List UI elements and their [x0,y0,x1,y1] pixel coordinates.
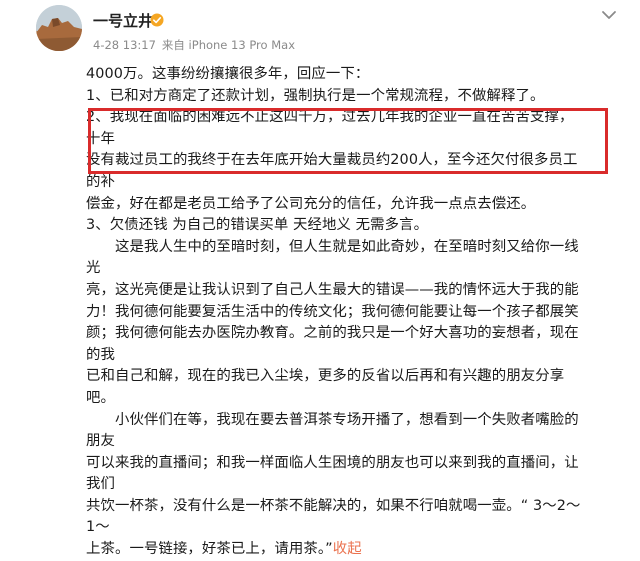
content-line: 3、欠债还钱 为自己的错误买单 天经地义 无需多言。 [86,217,429,234]
post-source[interactable]: 来自 iPhone 13 Pro Max [162,38,295,52]
author-name[interactable]: 一号立井 [93,10,153,31]
content-line: 2、我现在面临的困难远不止这四千万，过去几年我的企业一直在苦苦支撑，十年 [86,109,574,147]
content-line-last: 上茶。一号链接，好茶已上，请用茶。”收起 [86,539,586,561]
content-line: 亮，这光亮便是让我认识到了自己人生最大的错误——我的情怀远大于我的能 [86,281,579,298]
post-meta: 4-28 13:17 来自 iPhone 13 Pro Max [93,37,301,53]
collapse-link[interactable]: 收起 [333,541,362,557]
content-line: 小伙伴们在等，我现在要去普洱茶专场开播了，想看到一个失败者嘴脸的朋友 [86,411,579,450]
post-date: 4-28 13:17 [93,38,156,52]
content-line: 力！我何德何能要复活生活中的传统文化；我何德何能要让每一个孩子都展笑 [86,303,579,320]
content-line: 1、已和对方商定了还款计划，强制执行是一个常规流程，不做解释了。 [86,87,545,104]
chevron-down-icon[interactable] [598,4,620,26]
post-content: 4000万。这事纷纷攘攘很多年，回应一下： 1、已和对方商定了还款计划，强制执行… [86,64,586,561]
content-line: 上茶。一号链接，好茶已上，请用茶。” [86,541,333,558]
content-line: 可以来我的直播间；和我一样面临人生困境的朋友也可以来到我的直播间，让我们 [86,454,579,493]
content-line: 颜；我何德何能去办医院办教育。之前的我只是一个好大喜功的妄想者，现在的我 [86,325,579,363]
content-line: 已和自己和解，现在的我已入尘埃，更多的反省以后再和有兴趣的朋友分享吧。 [86,368,565,406]
avatar[interactable] [36,5,82,51]
content-line: 这是我人生中的至暗时刻，但人生就是如此奇妙，在至暗时刻又给你一线光 [86,238,579,277]
content-line: 偿金，好在都是老员工给予了公司充分的信任，允许我一点点去偿还。 [86,195,536,212]
verified-badge-icon [150,13,164,27]
content-line: 没有裁过员工的我终于在去年底开始大量裁员约200人，至今还欠付很多员工的补 [86,152,578,190]
content-line: 4000万。这事纷纷攘攘很多年，回应一下： [86,66,370,82]
content-line: 共饮一杯茶，没有什么是一杯茶不能解决的，如果不行咱就喝一壶。“ 3～2～1～ [86,497,581,536]
weibo-post: 一号立井 4-28 13:17 来自 iPhone 13 Pro Max 4000… [0,0,640,557]
avatar-landscape-image [36,5,82,51]
